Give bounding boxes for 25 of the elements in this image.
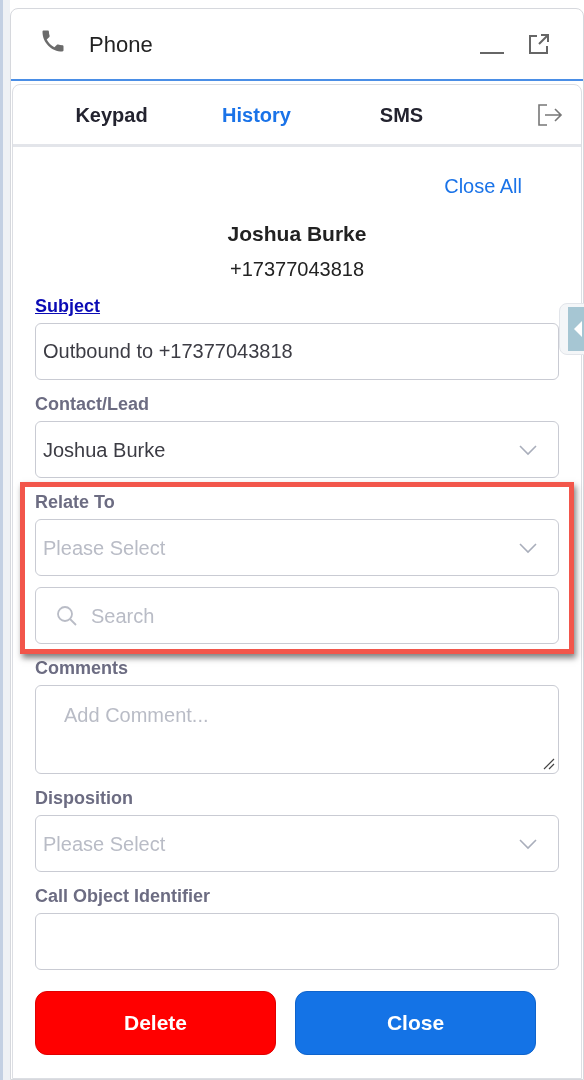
- text-field[interactable]: [35, 913, 559, 970]
- close-button[interactable]: Close: [295, 991, 536, 1055]
- logout-icon[interactable]: [537, 102, 563, 127]
- tab[interactable]: SMS: [329, 99, 474, 130]
- field-label-link[interactable]: Subject: [35, 295, 100, 317]
- text-field[interactable]: Outbound to +17377043818: [35, 323, 559, 380]
- chevron-down-icon: [518, 443, 538, 456]
- search-icon: [56, 604, 78, 627]
- field-label: Contact/Lead: [35, 393, 150, 415]
- delete-button[interactable]: Delete: [35, 991, 276, 1055]
- field-label: Comments: [35, 657, 129, 679]
- close-all-link[interactable]: Close All: [444, 171, 522, 201]
- contact-name: Joshua Burke: [226, 221, 368, 247]
- tab[interactable]: History: [184, 99, 329, 130]
- chevron-down-icon: [518, 837, 538, 850]
- field-label: Call Object Identifier: [35, 885, 212, 907]
- side-panel-toggle[interactable]: [559, 303, 584, 355]
- tab[interactable]: Keypad: [39, 99, 184, 130]
- field-label: Relate To: [35, 491, 116, 513]
- contact-phone: +17377043818: [228, 257, 365, 281]
- window-title: Phone: [89, 30, 153, 59]
- select-field[interactable]: Joshua Burke: [35, 421, 559, 478]
- field-label: Disposition: [35, 787, 134, 809]
- resize-handle-icon[interactable]: [543, 758, 555, 770]
- chevron-down-icon: [518, 541, 538, 554]
